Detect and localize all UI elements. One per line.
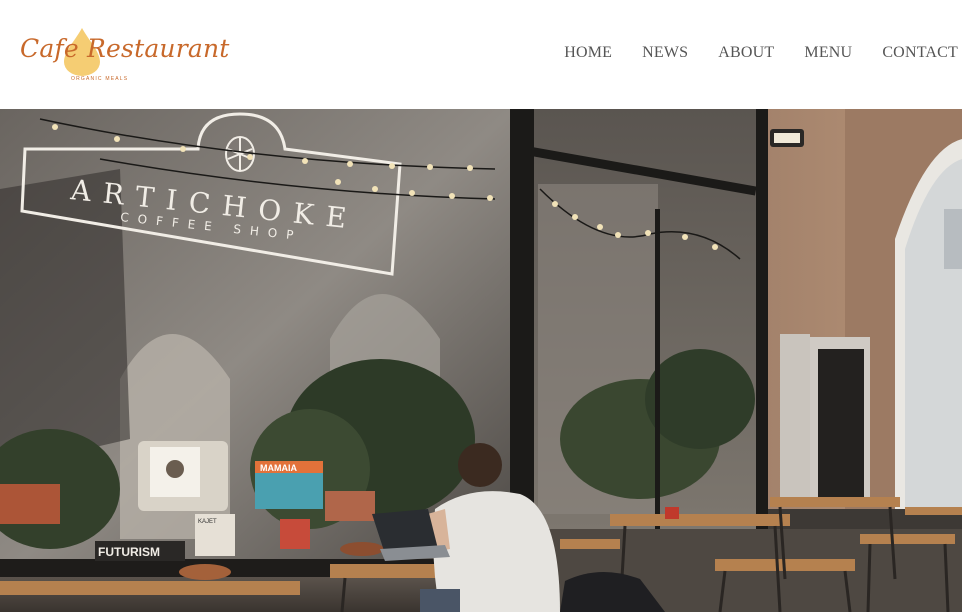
shelf-sign: FUTURISM [98, 545, 160, 559]
nav-about[interactable]: ABOUT [718, 44, 774, 62]
nav-contact[interactable]: CONTACT [882, 44, 958, 62]
nav-menu[interactable]: MENU [804, 44, 852, 62]
logo-title: Cafe Restaurant [20, 34, 230, 63]
logo-subtitle: ORGANIC MEALS [71, 76, 129, 82]
nav-news[interactable]: NEWS [642, 44, 688, 62]
card-text: KAJET [198, 519, 217, 525]
hero-image: ARTICHOKE COFFEE SHOP MAMAIA KAJET FUTUR… [0, 109, 962, 612]
main-nav: HOME NEWS ABOUT MENU CONTACT [534, 44, 958, 62]
poster-text: MAMAIA [260, 463, 297, 473]
site-logo[interactable]: Cafe Restaurant ORGANIC MEALS [20, 24, 229, 86]
site-header: Cafe Restaurant ORGANIC MEALS HOME NEWS … [0, 0, 962, 109]
nav-home[interactable]: HOME [564, 44, 612, 62]
